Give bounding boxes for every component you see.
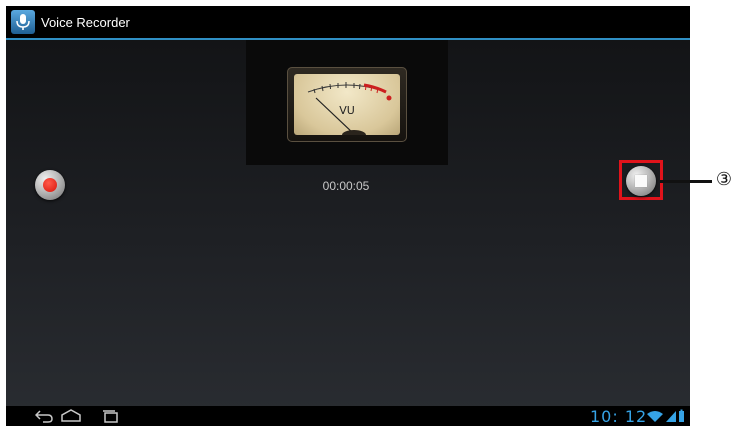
elapsed-time: 00:00:05 [322, 179, 370, 193]
record-icon [43, 178, 57, 192]
system-navigation-bar: 10: 12 [6, 406, 690, 426]
back-icon[interactable] [34, 409, 53, 428]
vu-meter-face: VU [294, 74, 400, 140]
microphone-icon[interactable] [11, 10, 35, 34]
wifi-icon [647, 411, 663, 422]
vu-meter-panel: VU [246, 40, 448, 165]
stop-icon [635, 175, 647, 187]
tablet-screen: Voice Recorder VU 00:00:05 10: 12 [6, 6, 690, 426]
recent-apps-icon[interactable] [101, 409, 119, 428]
action-bar: Voice Recorder [6, 6, 690, 40]
stop-button[interactable] [626, 166, 656, 196]
status-time: 10: 12 [590, 407, 648, 426]
home-icon[interactable] [60, 409, 82, 428]
record-button[interactable] [35, 170, 65, 200]
battery-icon [679, 409, 684, 422]
callout-number: ③ [715, 169, 733, 190]
callout-line [660, 180, 712, 183]
vu-label: VU [339, 104, 355, 117]
vu-meter: VU [287, 67, 407, 142]
app-title: Voice Recorder [41, 15, 130, 30]
status-icons [646, 409, 686, 428]
signal-icon [666, 411, 676, 422]
